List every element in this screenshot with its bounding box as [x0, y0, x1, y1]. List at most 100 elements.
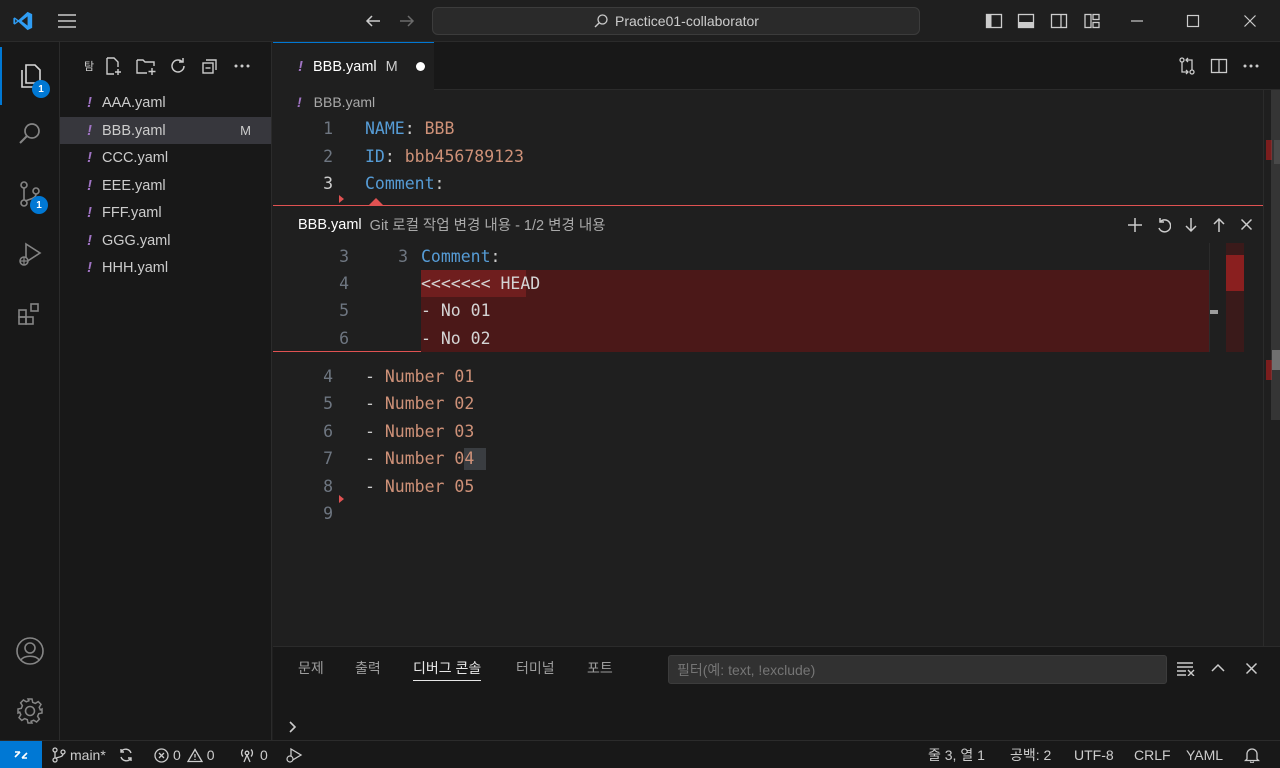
file-item[interactable]: ! BBB.yaml M — [60, 117, 271, 144]
remote-indicator-icon[interactable] — [0, 741, 42, 768]
stage-change-icon[interactable] — [1123, 206, 1147, 243]
peek-file-name: BBB.yaml — [298, 216, 362, 233]
split-editor-icon[interactable] — [1205, 42, 1233, 90]
tab-problems[interactable]: 문제 — [298, 647, 324, 689]
debug-status-icon[interactable] — [285, 741, 303, 768]
tab-modified-badge: M — [385, 58, 398, 75]
previous-change-icon[interactable] — [1207, 206, 1231, 243]
branch-status[interactable]: main* — [52, 741, 106, 768]
settings-gear-icon[interactable] — [0, 682, 60, 740]
code-line[interactable]: 2 ID: bbb456789123 — [273, 143, 1263, 170]
yaml-colon: : — [404, 119, 425, 138]
list-dash: - — [365, 367, 385, 386]
yaml-file-icon: ! — [87, 122, 92, 139]
file-item[interactable]: ! FFF.yaml — [60, 199, 271, 226]
peek-line-deleted[interactable]: 4 <<<<<<< HEAD — [273, 270, 1209, 297]
encoding[interactable]: UTF-8 — [1074, 741, 1114, 768]
code-line[interactable]: 7 - Number 04 — [273, 445, 1263, 472]
old-line-number: 4 — [339, 274, 349, 293]
language-mode[interactable]: YAML — [1186, 741, 1223, 768]
editor-scrollbar[interactable] — [1263, 90, 1280, 646]
code-line[interactable]: 6 - Number 03 — [273, 418, 1263, 445]
deleted-text: - No 02 — [421, 328, 491, 348]
deleted-lines-marker[interactable] — [339, 195, 344, 203]
indentation[interactable]: 공백: 2 — [1010, 741, 1051, 768]
deleted-text: <<<<<<< HEAD — [421, 274, 541, 293]
peek-description: Git 로컬 작업 변경 내용 - 1/2 변경 내용 — [369, 218, 606, 234]
yaml-file-icon: ! — [87, 204, 92, 221]
editor-more-icon[interactable] — [1237, 42, 1265, 90]
close-window-icon[interactable] — [1229, 0, 1271, 42]
yaml-key: ID — [365, 147, 385, 166]
unsaved-dot-icon[interactable] — [415, 62, 425, 71]
close-peek-icon[interactable] — [1234, 206, 1258, 243]
toggle-panel-icon[interactable] — [1012, 0, 1040, 42]
peek-line-deleted[interactable]: 5 - No 01 — [273, 297, 1209, 324]
maximize-panel-icon[interactable] — [1205, 647, 1231, 689]
more-actions-icon[interactable] — [230, 54, 254, 78]
maximize-icon[interactable] — [1172, 0, 1214, 42]
code-line-current[interactable]: 3 Comment: — [273, 170, 1263, 197]
explorer-icon[interactable]: 1 — [0, 47, 60, 105]
breadcrumb[interactable]: ! BBB.yaml — [297, 92, 375, 112]
code-line[interactable]: 5 - Number 02 — [273, 390, 1263, 417]
tab-ports[interactable]: 포트 — [587, 647, 613, 689]
collapse-all-icon[interactable] — [198, 54, 222, 78]
console-prompt-chevron-icon — [285, 717, 301, 737]
list-dash: - — [365, 394, 385, 413]
list-dash: - — [365, 449, 385, 468]
extensions-icon[interactable] — [0, 285, 60, 343]
run-debug-icon[interactable] — [0, 225, 60, 283]
new-file-icon[interactable] — [101, 54, 125, 78]
toggle-secondary-sidebar-icon[interactable] — [1045, 0, 1073, 42]
tab-bbb-yaml[interactable]: ! BBB.yaml M — [273, 42, 434, 90]
refresh-icon[interactable] — [166, 54, 190, 78]
cursor-position[interactable]: 줄 3, 열 1 — [928, 741, 985, 768]
code-line[interactable]: 8 - Number 05 — [273, 473, 1263, 500]
tab-terminal[interactable]: 터미널 — [516, 647, 555, 689]
file-item[interactable]: ! HHH.yaml — [60, 254, 271, 281]
yaml-value: Number 04 — [384, 449, 475, 468]
yaml-file-icon: ! — [87, 232, 92, 249]
code-line[interactable]: 1 NAME: BBB — [273, 115, 1263, 142]
end-of-line[interactable]: CRLF — [1134, 741, 1171, 768]
next-change-icon[interactable] — [1179, 206, 1203, 243]
accounts-icon[interactable] — [0, 622, 60, 680]
tab-debug-console[interactable]: 디버그 콘솔 — [413, 647, 482, 689]
file-item[interactable]: ! CCC.yaml — [60, 144, 271, 171]
menu-icon[interactable] — [50, 0, 84, 42]
problems-status[interactable]: 0 0 — [154, 741, 215, 768]
new-line-number: 3 — [398, 247, 408, 266]
file-item[interactable]: ! GGG.yaml — [60, 227, 271, 254]
back-arrow-icon[interactable] — [358, 0, 388, 42]
yaml-file-icon: ! — [297, 94, 302, 110]
file-name: HHH.yaml — [102, 259, 169, 276]
notifications-bell-icon[interactable] — [1244, 741, 1260, 768]
sync-icon[interactable] — [118, 741, 134, 768]
code-line[interactable]: 9 — [273, 500, 1263, 527]
clear-console-icon[interactable] — [1173, 647, 1199, 689]
line-number: 2 — [323, 147, 333, 166]
debug-filter-input[interactable] — [668, 655, 1167, 684]
code-line[interactable]: 4 - Number 01 — [273, 363, 1263, 390]
customize-layout-icon[interactable] — [1078, 0, 1106, 42]
tab-output[interactable]: 출력 — [355, 647, 381, 689]
source-control-icon[interactable]: 1 — [0, 165, 60, 223]
open-changes-icon[interactable] — [1173, 42, 1201, 90]
minimize-icon[interactable] — [1116, 0, 1158, 42]
toggle-sidebar-icon[interactable] — [980, 0, 1008, 42]
peek-line-deleted[interactable]: 6 - No 02 — [273, 324, 1209, 352]
forward-arrow-icon[interactable] — [392, 0, 422, 42]
yaml-file-icon: ! — [87, 177, 92, 194]
command-center[interactable]: Practice01-collaborator — [432, 7, 920, 35]
peek-line[interactable]: 3 3 Comment: — [273, 243, 1209, 270]
close-panel-icon[interactable] — [1238, 647, 1264, 689]
git-branch-icon — [52, 747, 66, 763]
file-item[interactable]: ! EEE.yaml — [60, 172, 271, 199]
file-item[interactable]: ! AAA.yaml — [60, 89, 271, 116]
ports-status[interactable]: 0 — [238, 741, 268, 768]
search-view-icon[interactable] — [0, 105, 60, 163]
new-folder-icon[interactable] — [134, 54, 158, 78]
dirty-diff-peek: BBB.yaml Git 로컬 작업 변경 내용 - 1/2 변경 내용 3 3… — [273, 205, 1263, 352]
revert-change-icon[interactable] — [1151, 206, 1175, 243]
